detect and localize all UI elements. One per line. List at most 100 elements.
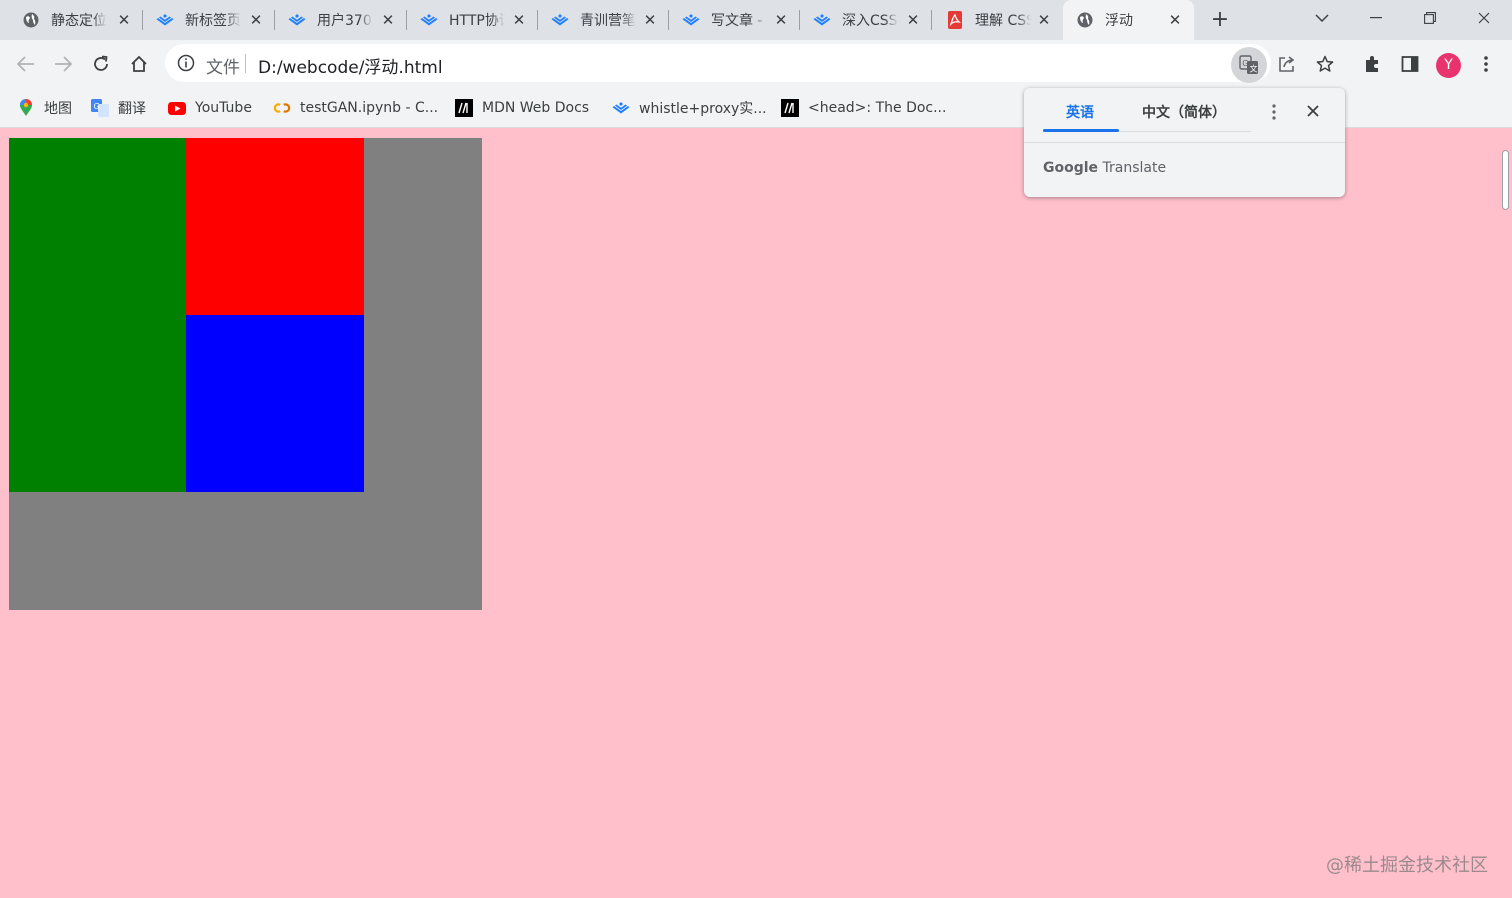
tab-float-active[interactable]: 浮动 ✕ <box>1063 0 1194 40</box>
reload-icon <box>94 55 108 71</box>
bookmark-whistle[interactable]: whistle+proxy实... <box>612 97 767 119</box>
tab-strip: 静态定位 ✕ 新标签页 ✕ 用户3707 ✕ HTTP协议 ✕ 青训营笔 ✕ 写 <box>0 0 1512 40</box>
close-icon[interactable] <box>1303 102 1323 122</box>
pdf-icon <box>946 11 964 29</box>
bookmark-star-button[interactable] <box>1310 49 1340 79</box>
close-tab-icon[interactable]: ✕ <box>904 11 922 29</box>
bookmark-youtube[interactable]: YouTube <box>168 97 252 119</box>
popup-divider <box>1024 142 1345 143</box>
juejin-icon <box>156 11 174 29</box>
tab-understand-css[interactable]: 理解 CSS ✕ <box>932 0 1063 40</box>
tab-search-chevron-icon[interactable] <box>1297 0 1347 36</box>
translate-page-button[interactable]: G文 <box>1231 47 1267 83</box>
tab-title: 用户3707 <box>317 13 373 29</box>
google-translate-brand: Google Translate <box>1043 160 1166 176</box>
juejin-icon <box>813 11 831 29</box>
arrow-left-icon <box>17 56 34 72</box>
share-button[interactable] <box>1272 49 1302 79</box>
reload-button[interactable] <box>86 49 116 79</box>
bookmark-label: YouTube <box>195 100 252 116</box>
scrollbar-thumb[interactable] <box>1502 150 1509 210</box>
bookmark-translate[interactable]: G 翻译 <box>91 97 146 119</box>
close-tab-icon[interactable]: ✕ <box>772 11 790 29</box>
tab-notes[interactable]: 青训营笔 ✕ <box>538 0 669 40</box>
juejin-icon <box>612 99 630 117</box>
close-window-button[interactable] <box>1459 0 1509 36</box>
bookmark-label: 翻译 <box>118 101 146 117</box>
options-menu-icon[interactable] <box>1267 104 1281 124</box>
globe-icon <box>22 11 40 29</box>
tab-deep-css[interactable]: 深入CSS ✕ <box>800 0 932 40</box>
juejin-icon <box>288 11 306 29</box>
bookmark-mdn[interactable]: MDN Web Docs <box>455 97 589 119</box>
bookmark-label: whistle+proxy实... <box>639 101 767 117</box>
star-icon <box>1316 55 1334 72</box>
juejin-icon <box>420 11 438 29</box>
restore-button[interactable] <box>1405 0 1455 36</box>
translate-popup: 英语 中文（简体） Google Translate <box>1024 88 1345 197</box>
bookmark-label: MDN Web Docs <box>482 100 590 116</box>
colab-icon <box>273 99 291 117</box>
bookmark-head-docs[interactable]: <head>: The Doc... <box>781 97 946 119</box>
globe-icon <box>1076 11 1094 29</box>
profile-avatar[interactable]: Y <box>1436 53 1461 78</box>
tab-title: 青训营笔 <box>580 13 636 29</box>
arrow-right-icon <box>55 56 72 72</box>
extensions-button[interactable] <box>1357 49 1387 79</box>
menu-button[interactable] <box>1471 49 1501 79</box>
close-tab-icon[interactable]: ✕ <box>1166 11 1184 29</box>
green-float-box <box>9 138 186 492</box>
translate-icon: G <box>91 99 109 117</box>
kebab-menu-icon <box>1484 56 1488 72</box>
selected-tab-indicator <box>1043 129 1119 132</box>
home-icon <box>131 55 147 72</box>
svg-text:文: 文 <box>1250 64 1258 74</box>
side-panel-icon <box>1401 56 1419 72</box>
source-language-tab[interactable]: 英语 <box>1066 102 1094 122</box>
svg-text:G: G <box>94 102 100 111</box>
tab-write-article[interactable]: 写文章 - ✕ <box>669 0 800 40</box>
youtube-icon <box>168 99 186 117</box>
home-button[interactable] <box>124 49 154 79</box>
bookmark-label: <head>: The Doc... <box>808 100 947 116</box>
url-text[interactable]: D:/webcode/浮动.html <box>258 53 443 78</box>
tab-title: 理解 CSS <box>975 13 1031 29</box>
tab-user[interactable]: 用户3707 ✕ <box>275 0 407 40</box>
close-tab-icon[interactable]: ✕ <box>641 11 659 29</box>
bookmark-colab[interactable]: testGAN.ipynb - C... <box>273 97 438 119</box>
new-tab-button[interactable]: + <box>1207 8 1233 32</box>
browser-toolbar: 文件 D:/webcode/浮动.html <box>0 40 1512 88</box>
tab-http[interactable]: HTTP协议 ✕ <box>407 0 538 40</box>
watermark: @稀土掘金技术社区 <box>1326 855 1488 876</box>
minimize-button[interactable] <box>1351 0 1401 36</box>
tab-title: 浮动 <box>1105 13 1133 29</box>
tab-static-positioning[interactable]: 静态定位 ✕ <box>0 0 143 40</box>
tab-title: 写文章 - <box>711 13 763 29</box>
red-float-box <box>186 138 364 315</box>
google-wordmark: Google <box>1043 160 1099 176</box>
close-tab-icon[interactable]: ✕ <box>247 11 265 29</box>
close-tab-icon[interactable]: ✕ <box>510 11 528 29</box>
maps-icon <box>17 99 35 117</box>
close-tab-icon[interactable]: ✕ <box>1035 11 1053 29</box>
address-divider <box>245 54 246 73</box>
back-button[interactable] <box>11 49 41 79</box>
mdn-icon <box>455 99 473 117</box>
svg-text:G: G <box>1242 59 1248 68</box>
juejin-icon <box>551 11 569 29</box>
tab-title: 静态定位 <box>51 13 107 29</box>
side-panel-button[interactable] <box>1395 49 1425 79</box>
close-tab-icon[interactable]: ✕ <box>115 11 133 29</box>
info-icon[interactable] <box>177 54 195 76</box>
bookmark-label: testGAN.ipynb - C... <box>300 100 439 116</box>
address-bar[interactable]: 文件 D:/webcode/浮动.html <box>165 44 1271 82</box>
forward-button[interactable] <box>48 49 78 79</box>
bookmark-maps[interactable]: 地图 <box>17 97 72 119</box>
bookmark-label: 地图 <box>44 101 72 117</box>
target-language-tab[interactable]: 中文（简体） <box>1142 102 1226 122</box>
translate-icon: G文 <box>1239 55 1258 74</box>
close-tab-icon[interactable]: ✕ <box>379 11 397 29</box>
tab-new-tab[interactable]: 新标签页 ✕ <box>143 0 275 40</box>
tab-title: HTTP协议 <box>449 13 505 29</box>
tab-title: 新标签页 <box>185 13 241 29</box>
